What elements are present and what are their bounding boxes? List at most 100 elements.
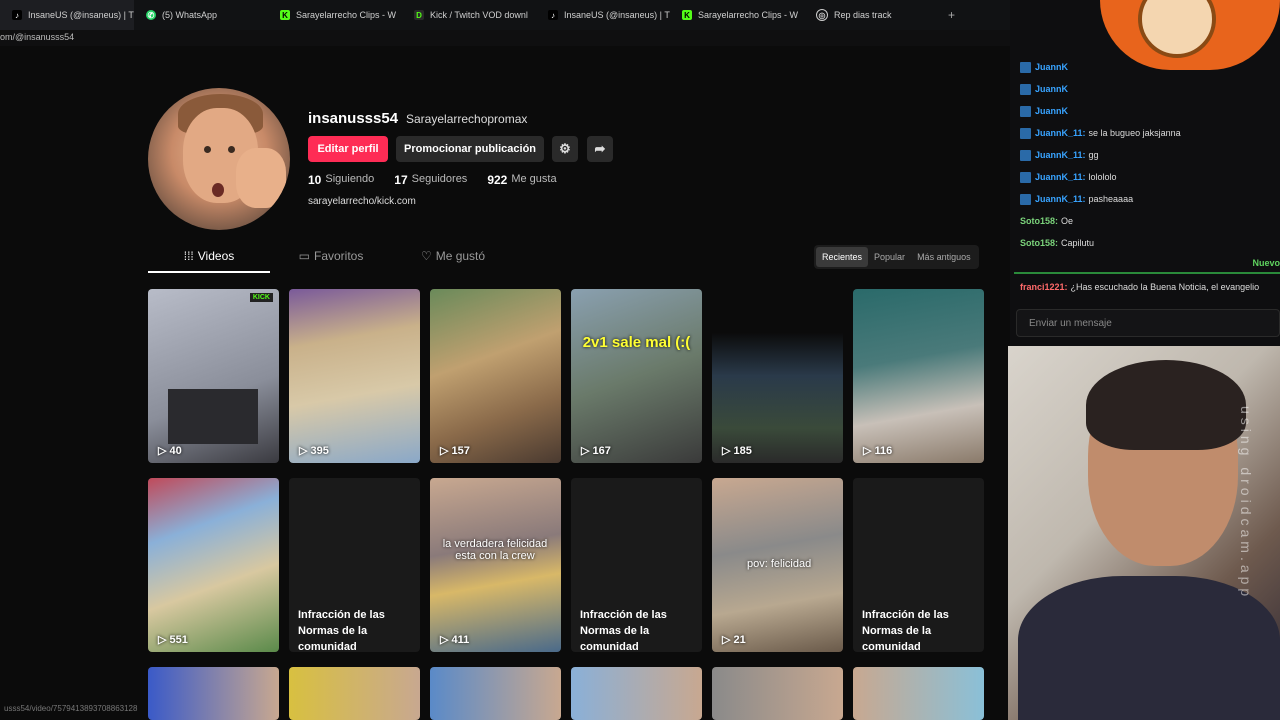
globe-icon: ◎ bbox=[816, 9, 828, 21]
chat-input[interactable]: Enviar un mensaje bbox=[1016, 309, 1280, 337]
video-card[interactable]: ▷ 157 bbox=[430, 289, 561, 463]
video-card[interactable] bbox=[430, 667, 561, 720]
video-views: ▷ 40 bbox=[158, 445, 182, 457]
likes-label: Me gusta bbox=[511, 173, 557, 185]
kenny-face bbox=[1138, 0, 1216, 58]
following-label[interactable]: Siguiendo bbox=[325, 173, 374, 187]
video-card[interactable]: ▷ 551 bbox=[148, 478, 279, 652]
video-views: ▷ 157 bbox=[440, 445, 470, 457]
sort-oldest-button[interactable]: Más antiguos bbox=[911, 247, 977, 267]
video-overlay-text: 2v1 sale mal (:( bbox=[582, 334, 691, 351]
tab-vod-downloader[interactable]: D Kick / Twitch VOD downl bbox=[402, 0, 536, 30]
video-overlay-text: pov: felicidad bbox=[747, 558, 812, 570]
promote-post-button[interactable]: Promocionar publicación bbox=[396, 136, 544, 162]
video-views: ▷ 185 bbox=[722, 445, 752, 457]
video-card[interactable]: 2v1 sale mal (:( ▷ 167 bbox=[571, 289, 702, 463]
chat-message: JuannK_11: lolololo bbox=[1010, 166, 1280, 188]
likes-count: 922 bbox=[487, 173, 508, 187]
video-thumb-inset bbox=[168, 389, 258, 444]
video-card-restricted[interactable]: Infracción de las Normas de la comunidad bbox=[289, 478, 420, 652]
chat-message: JuannK bbox=[1010, 56, 1280, 78]
tab-liked[interactable]: ♡ Me gustó bbox=[392, 241, 514, 271]
avatar-eye bbox=[228, 146, 235, 153]
chat-message: JuannK bbox=[1010, 100, 1280, 122]
share-icon[interactable]: ➦ bbox=[587, 136, 613, 162]
chat-feed: JuannK JuannK JuannK JuannK_11: se la bug… bbox=[1010, 56, 1280, 254]
badge-icon bbox=[1020, 61, 1031, 73]
video-card[interactable] bbox=[712, 667, 843, 720]
whatsapp-icon: ✆ bbox=[146, 10, 156, 20]
video-card[interactable]: ▷ 185 bbox=[712, 289, 843, 463]
video-card-restricted[interactable]: Infracción de las Normas de la comunidad bbox=[853, 478, 984, 652]
badge-icon bbox=[1020, 193, 1031, 205]
video-card[interactable]: ▷ 116 bbox=[853, 289, 984, 463]
profile-page: insanusss54 Sarayelarrechopromax Editar … bbox=[0, 46, 1010, 720]
video-card[interactable]: ▷ 395 bbox=[289, 289, 420, 463]
tab-label: Sarayelarrecho Clips - W bbox=[296, 10, 397, 20]
video-card[interactable]: la verdadera felicidad esta con la crew … bbox=[430, 478, 561, 652]
settings-gear-icon[interactable]: ⚙ bbox=[552, 136, 578, 162]
chat-message: franci1221: ¿Has escuchado la Buena Notic… bbox=[1020, 282, 1260, 292]
badge-icon bbox=[1020, 149, 1031, 161]
new-messages-divider: Nuevo bbox=[1014, 258, 1280, 274]
profile-stats: 10 Siguiendo 17 Seguidores 922 Me gusta bbox=[308, 173, 557, 187]
tab-label: InsaneUS (@insaneus) | T bbox=[28, 10, 134, 20]
tab-kick-clips-1[interactable]: K Sarayelarrecho Clips - W bbox=[268, 0, 402, 30]
video-views: ▷ 395 bbox=[299, 445, 329, 457]
chat-message: JuannK_11: gg bbox=[1010, 144, 1280, 166]
profile-nickname: Sarayelarrechopromax bbox=[406, 112, 528, 126]
chat-message: JuannK_11: se la bugueo jaksjanna bbox=[1010, 122, 1280, 144]
kick-badge: KICK bbox=[249, 293, 273, 302]
video-card[interactable]: pov: felicidad ▷ 21 bbox=[712, 478, 843, 652]
status-link-preview: usss54/video/7579413893708863128 bbox=[0, 702, 142, 715]
video-views: ▷ 411 bbox=[440, 634, 470, 646]
video-card[interactable] bbox=[571, 667, 702, 720]
tab-videos-label: Videos bbox=[197, 249, 235, 263]
new-tab-plus-icon[interactable]: + bbox=[938, 8, 965, 22]
chat-message: Soto158: Capilutu bbox=[1020, 238, 1095, 248]
tab-kick-clips-2[interactable]: K Sarayelarrecho Clips - W bbox=[670, 0, 804, 30]
tab-rep-dias[interactable]: ◎ Rep dias track bbox=[804, 0, 938, 30]
video-card[interactable] bbox=[289, 667, 420, 720]
video-card-restricted[interactable]: Infracción de las Normas de la comunidad bbox=[571, 478, 702, 652]
kick-icon: K bbox=[280, 10, 290, 20]
video-card[interactable] bbox=[148, 667, 279, 720]
video-card[interactable] bbox=[853, 667, 984, 720]
profile-bio-link[interactable]: sarayelarrecho/kick.com bbox=[308, 196, 416, 207]
followers-count: 17 bbox=[394, 173, 408, 187]
heart-icon: ♡ bbox=[420, 249, 432, 263]
tab-label: (5) WhatsApp bbox=[162, 10, 218, 20]
sort-popular-button[interactable]: Popular bbox=[868, 247, 911, 267]
webcam-hair bbox=[1086, 360, 1246, 450]
restricted-notice: Infracción de las Normas de la comunidad bbox=[580, 609, 667, 652]
profile-tabs: ⁞⁞⁞ Videos ▭ Favoritos ♡ Me gustó bbox=[148, 241, 514, 273]
webcam-feed: using droidcam.app bbox=[1008, 346, 1280, 720]
chat-input-placeholder: Enviar un mensaje bbox=[1029, 317, 1112, 329]
video-overlay-text: la verdadera felicidad esta con la crew bbox=[442, 538, 548, 562]
followers-label[interactable]: Seguidores bbox=[412, 173, 468, 187]
avatar[interactable] bbox=[148, 88, 290, 230]
tiktok-icon: ♪ bbox=[548, 10, 558, 20]
edit-profile-button[interactable]: Editar perfil bbox=[308, 136, 388, 162]
tab-insaneus-2[interactable]: ♪ InsaneUS (@insaneus) | T bbox=[536, 0, 670, 30]
sort-recent-button[interactable]: Recientes bbox=[816, 247, 869, 267]
video-views: ▷ 167 bbox=[581, 445, 611, 457]
address-bar[interactable]: om/@insanusss54 bbox=[0, 30, 1010, 46]
tab-label: InsaneUS (@insaneus) | T bbox=[564, 10, 670, 20]
tab-favorites[interactable]: ▭ Favoritos bbox=[270, 241, 392, 271]
badge-icon bbox=[1020, 127, 1031, 139]
tab-whatsapp[interactable]: ✆ (5) WhatsApp bbox=[134, 0, 268, 30]
tab-label: Sarayelarrecho Clips - W bbox=[698, 10, 799, 20]
grid-icon: ⁞⁞⁞ bbox=[183, 249, 194, 263]
video-views: ▷ 21 bbox=[722, 634, 746, 646]
chat-message: Soto158: Oe bbox=[1020, 216, 1074, 226]
following-count: 10 bbox=[308, 173, 322, 187]
tab-liked-label: Me gustó bbox=[435, 249, 486, 263]
tab-insaneus-1[interactable]: ♪ InsaneUS (@insaneus) | T bbox=[0, 0, 134, 30]
tab-label: Kick / Twitch VOD downl bbox=[430, 10, 528, 20]
video-card[interactable]: KICK ▷ 40 bbox=[148, 289, 279, 463]
avatar-eye bbox=[204, 146, 211, 153]
badge-icon bbox=[1020, 105, 1031, 117]
tab-videos[interactable]: ⁞⁞⁞ Videos bbox=[148, 241, 270, 273]
restricted-notice: Infracción de las Normas de la comunidad bbox=[862, 609, 949, 652]
